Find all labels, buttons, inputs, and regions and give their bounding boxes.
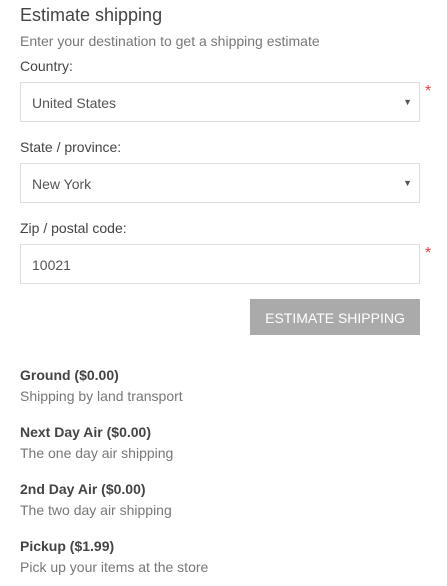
shipping-option-pickup: Pickup ($1.99) Pick up your items at the… (20, 537, 420, 576)
state-select-value: New York (32, 176, 92, 192)
shipping-option-next-day-air: Next Day Air ($0.00) The one day air shi… (20, 423, 420, 462)
country-label: Country: (20, 58, 73, 74)
shipping-option-description: The two day air shipping (20, 502, 172, 518)
shipping-option-description: Pick up your items at the store (20, 559, 209, 575)
country-select-value: United States (32, 95, 117, 111)
shipping-option-name: 2nd Day Air ($0.00) (20, 481, 146, 497)
shipping-option-description: The one day air shipping (20, 445, 174, 461)
zip-input[interactable]: 10021 (20, 244, 420, 284)
estimate-shipping-button[interactable]: ESTIMATE SHIPPING (250, 299, 420, 335)
zip-input-value: 10021 (32, 257, 71, 273)
state-select[interactable]: New York ▼ (20, 163, 420, 203)
page-title: Estimate shipping (20, 5, 163, 25)
country-select[interactable]: United States ▼ (20, 82, 420, 122)
shipping-option-name: Ground ($0.00) (20, 367, 119, 383)
shipping-option-name: Next Day Air ($0.00) (20, 424, 151, 440)
page-subtitle: Enter your destination to get a shipping… (20, 33, 320, 49)
shipping-option-description: Shipping by land transport (20, 388, 183, 404)
zip-label: Zip / postal code: (20, 220, 127, 236)
chevron-down-icon: ▼ (403, 97, 412, 107)
country-required-mark: * (425, 83, 432, 100)
shipping-option-ground: Ground ($0.00) Shipping by land transpor… (20, 366, 420, 405)
shipping-option-2nd-day-air: 2nd Day Air ($0.00) The two day air ship… (20, 480, 420, 519)
chevron-down-icon: ▼ (403, 178, 412, 188)
estimate-shipping-panel: Estimate shipping Enter your destination… (20, 0, 431, 575)
shipping-option-name: Pickup ($1.99) (20, 538, 115, 554)
state-label: State / province: (20, 139, 122, 155)
zip-required-mark: * (425, 245, 432, 262)
